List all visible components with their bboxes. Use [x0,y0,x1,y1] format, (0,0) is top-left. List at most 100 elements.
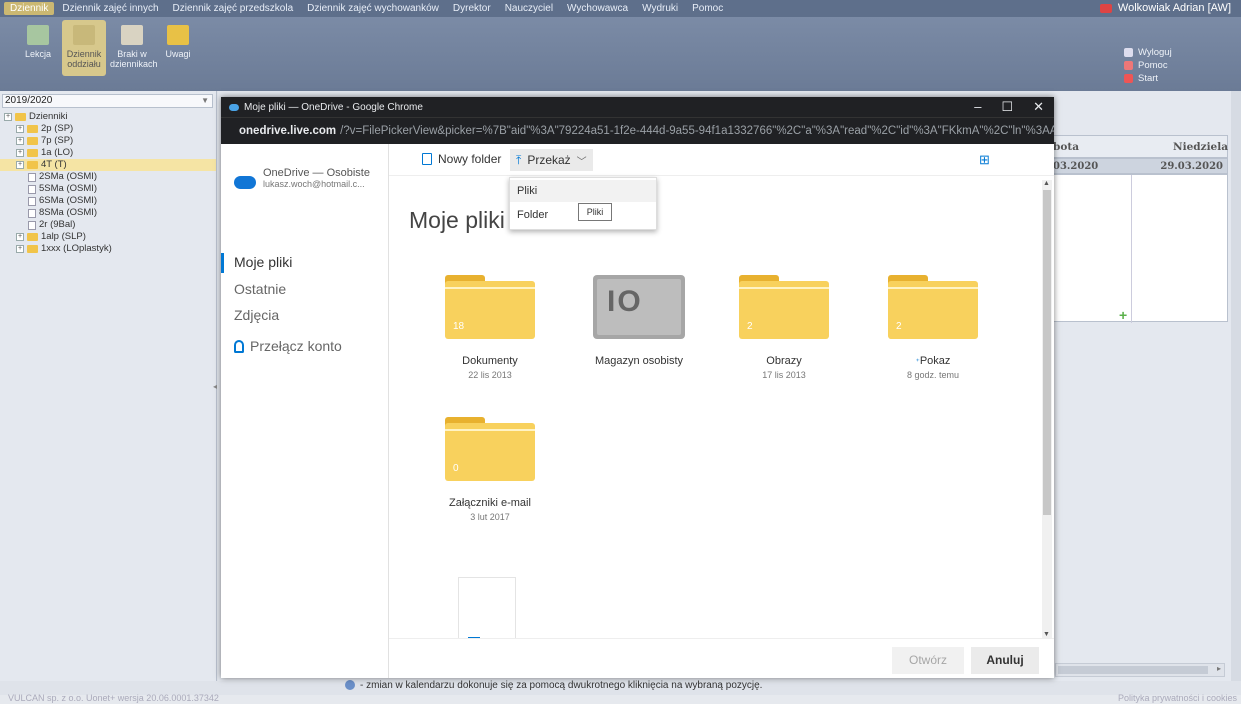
journal-icon [73,25,95,45]
address-bar[interactable]: onedrive.live.com/?v=FilePickerView&pick… [221,117,1054,144]
expand-icon[interactable]: + [16,233,24,241]
folder-icon: 2 [739,275,829,339]
tree-item[interactable]: 5SMa (OSMI) [0,183,216,195]
start-link[interactable]: Start [1124,72,1172,85]
notes-button[interactable]: Uwagi [156,25,200,59]
tab-dziennik-zajec-innych[interactable]: Dziennik zajęć innych [56,2,164,15]
journal-tree: + Dzienniki +2p (SP) +7p (SP) +1a (LO) +4T (T… [0,111,216,255]
expand-icon[interactable]: + [16,137,24,145]
upload-icon: ⤒ [516,152,522,167]
nav-photos[interactable]: Zdjęcia [234,307,279,323]
close-icon[interactable]: ✕ [1033,99,1044,115]
tab-nauczyciel[interactable]: Nauczyciel [499,2,559,15]
folder-name: Obrazy [766,355,802,367]
view-grid-icon[interactable]: ⊞ [979,152,990,168]
add-icon[interactable]: + [1119,307,1127,323]
tree-item[interactable]: 8SMa (OSMI) [0,207,216,219]
new-folder-button[interactable]: Nowy folder [422,152,501,166]
new-folder-icon [422,153,432,165]
folder-obrazy[interactable]: 2 Obrazy 17 lis 2013 [734,275,834,380]
tree-item[interactable]: 6SMa (OSMI) [0,195,216,207]
expand-icon[interactable]: + [16,149,24,157]
open-button[interactable]: Otwórz [892,647,964,674]
panel-splitter[interactable]: ◂ [213,382,217,391]
folder-name: Magazyn osobisty [594,355,684,367]
tree-item[interactable]: +1alp (SLP) [0,231,216,243]
folder-magazyn-osobisty[interactable]: IO Magazyn osobisty [589,275,689,367]
user-info: Wolkowiak Adrian [AW] [1099,2,1231,14]
folder-date: 22 lis 2013 [468,370,512,380]
calendar-body[interactable]: + [1040,174,1228,323]
files-scrollbar[interactable]: ▲ ▼ [1042,180,1052,638]
switch-account-button[interactable]: Przełącz konto [234,338,342,354]
folder-date: 3 lut 2017 [470,512,510,522]
tree-item[interactable]: +1xxx (LOplastyk) [0,243,216,255]
window-controls: – ☐ ✕ [974,99,1044,115]
messages-icon[interactable] [1099,3,1112,13]
onedrive-cloud-icon [234,176,256,189]
maximize-icon[interactable]: ☐ [1001,99,1013,115]
nav-recent[interactable]: Ostatnie [234,281,286,297]
tab-wydruki[interactable]: Wydruki [636,2,684,15]
scroll-thumb[interactable] [1058,666,1208,674]
tree-item-label: 5SMa (OSMI) [39,183,98,194]
account-name: OneDrive — Osobiste [263,167,370,179]
folder-icon [27,125,38,133]
onedrive-logo-icon [229,103,239,111]
tab-dyrektor[interactable]: Dyrektor [447,2,497,15]
cancel-button[interactable]: Anuluj [971,647,1039,674]
privacy-link[interactable]: Polityka prywatności i cookies [1118,693,1237,703]
tab-dziennik[interactable]: Dziennik [4,2,55,15]
tree-item[interactable]: + Dzienniki [0,111,216,123]
tree-item-label: 7p (SP) [41,135,74,146]
folder-count: 2 [896,321,902,332]
folder-zalaczniki-email[interactable]: 0 Załączniki e-mail 3 lut 2017 [440,417,540,522]
tree-item[interactable]: +1a (LO) [0,147,216,159]
tree-item-label: 6SMa (OSMI) [39,195,98,206]
tab-pomoc[interactable]: Pomoc [686,2,729,15]
expand-icon[interactable]: + [16,161,24,169]
school-year-select[interactable]: 2019/2020 ▼ [2,94,213,108]
upload-button[interactable]: ⤒ Przekaż ﹀ [510,149,593,171]
logout-link[interactable]: Wyloguj [1124,46,1172,59]
folder-name: Pokaz [919,355,951,367]
help-link[interactable]: Pomoc [1124,59,1172,72]
tree-item-label: 8SMa (OSMI) [39,207,98,218]
tree-item[interactable]: +7p (SP) [0,135,216,147]
folder-icon [27,245,38,253]
nav-my-files[interactable]: Moje pliki [234,254,292,270]
missing-entries-button[interactable]: Braki w dziennikach [110,25,158,69]
files-scroll-thumb[interactable] [1043,190,1051,515]
folder-pokaz[interactable]: 2 ⁺Pokaz 8 godz. temu [883,275,983,380]
folder-dokumenty[interactable]: 18 Dokumenty 22 lis 2013 [440,275,540,380]
expand-icon[interactable]: + [4,113,12,121]
expand-icon[interactable]: + [16,245,24,253]
tab-dziennik-wychowankow[interactable]: Dziennik zajęć wychowanków [301,2,445,15]
folder-icon: 0 [445,417,535,481]
right-scrollbar[interactable] [1231,91,1241,681]
scroll-right-icon[interactable]: ▸ [1217,664,1221,673]
class-journal-button[interactable]: Dziennik oddziału [62,20,106,76]
lesson-icon [27,25,49,45]
tree-item[interactable]: +2p (SP) [0,123,216,135]
lesson-button[interactable]: Lekcja [16,25,60,59]
minimize-icon[interactable]: – [974,99,981,115]
tab-dziennik-przedszkola[interactable]: Dziennik zajęć przedszkola [167,2,300,15]
tree-item[interactable]: 2r (9Bal) [0,219,216,231]
document-icon [28,220,36,230]
folder-count: 2 [747,321,753,332]
tree-item[interactable]: 2SMa (OSMI) [0,171,216,183]
folder-name: Załączniki e-mail [449,497,531,509]
tree-item[interactable]: +4T (T) [0,159,216,171]
upload-files-item[interactable]: Pliki [510,180,656,202]
scroll-down-icon[interactable]: ▼ [1043,631,1050,638]
document-thumbnail[interactable] [458,577,516,639]
new-folder-label: Nowy folder [438,152,502,166]
status-bar: - zmian w kalendarzu dokonuje się za pom… [345,676,762,694]
info-icon [345,680,355,690]
horizontal-scrollbar[interactable]: ▸ [1055,663,1225,677]
scroll-up-icon[interactable]: ▲ [1043,180,1050,187]
toolbar: Lekcja Dziennik oddziału Braki w dzienni… [0,17,1241,91]
tab-wychowawca[interactable]: Wychowawca [561,2,634,15]
expand-icon[interactable]: + [16,125,24,133]
